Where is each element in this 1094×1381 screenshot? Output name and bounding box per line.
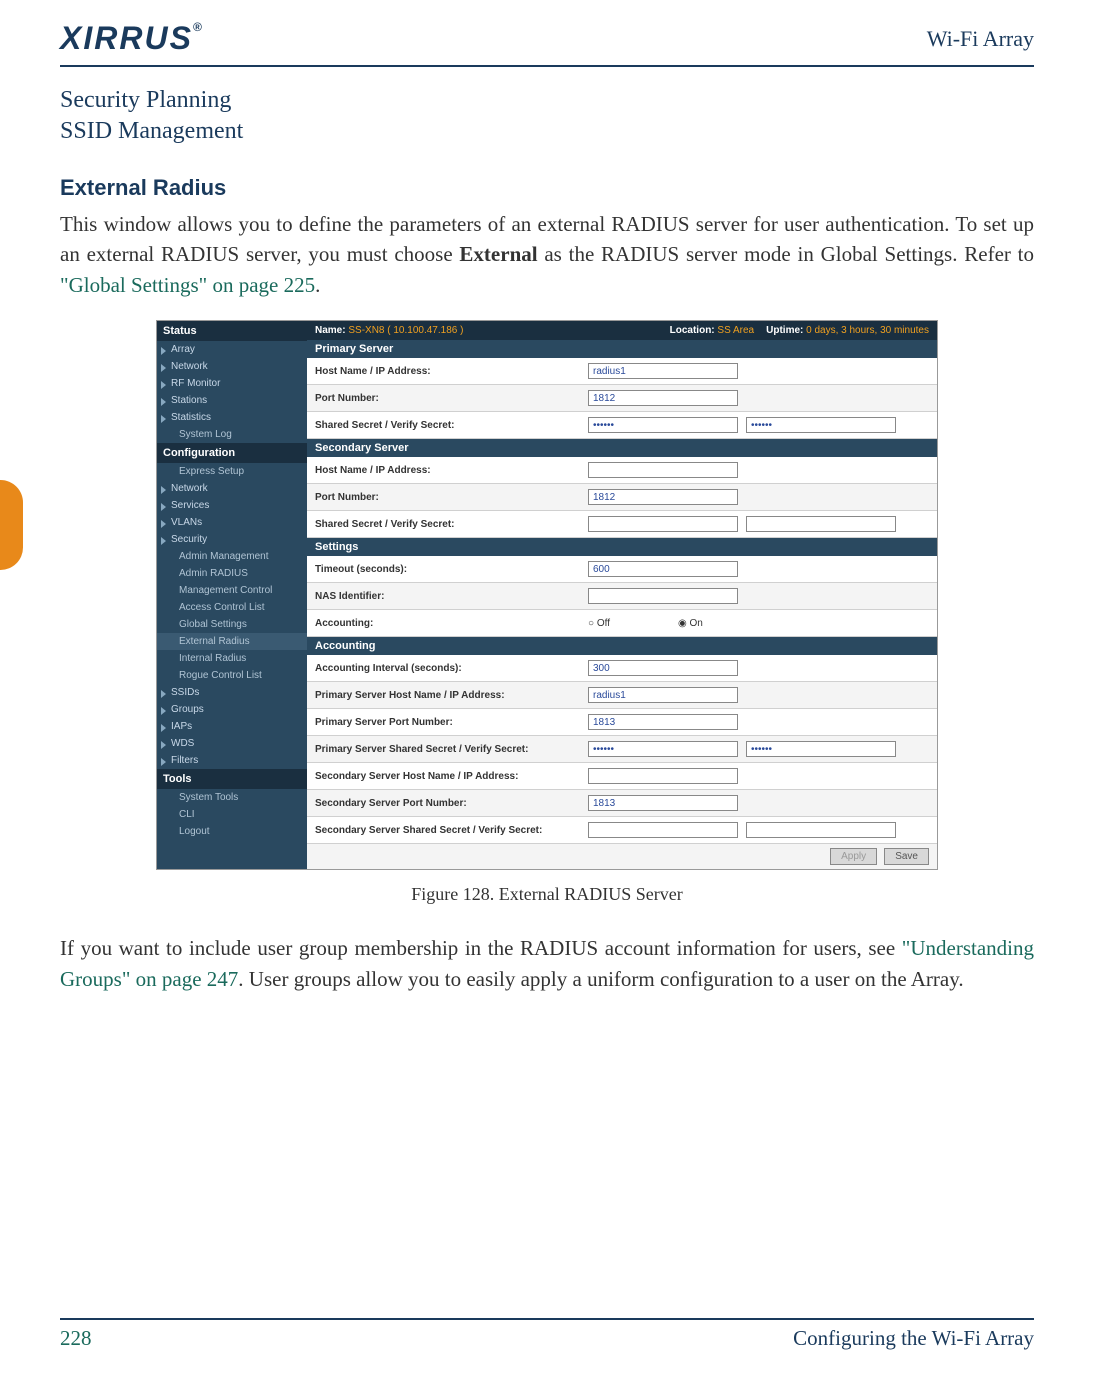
apply-button[interactable]: Apply [830, 848, 877, 865]
page-number: 228 [60, 1326, 92, 1351]
radio-accounting-off[interactable]: ○ Off [588, 618, 610, 629]
nav-item-stations[interactable]: Stations [157, 392, 307, 409]
input-primary-verify[interactable] [746, 417, 896, 433]
nav-item-iaps[interactable]: IAPs [157, 718, 307, 735]
input-secondary-verify[interactable] [746, 516, 896, 532]
side-tab [0, 480, 23, 570]
nav-tools-head: Tools [157, 769, 307, 789]
label-nas: NAS Identifier: [315, 591, 580, 602]
label-sec-secret: Shared Secret / Verify Secret: [315, 519, 580, 530]
global-settings-link[interactable]: "Global Settings" on page 225 [60, 273, 315, 297]
section-primary: Primary Server [307, 340, 937, 358]
input-timeout[interactable] [588, 561, 738, 577]
nav-item-rogue-control[interactable]: Rogue Control List [157, 667, 307, 684]
nav-item-groups[interactable]: Groups [157, 701, 307, 718]
registered-mark: ® [193, 20, 204, 34]
figure-caption: Figure 128. External RADIUS Server [60, 884, 1034, 905]
nav-item-security[interactable]: Security [157, 531, 307, 548]
nav-item-vlans[interactable]: VLANs [157, 514, 307, 531]
intro-paragraph: This window allows you to define the par… [60, 209, 1034, 300]
input-acct-pri-verify[interactable] [746, 741, 896, 757]
input-secondary-host[interactable] [588, 462, 738, 478]
nav-item-acl[interactable]: Access Control List [157, 599, 307, 616]
label-port: Port Number: [315, 393, 580, 404]
nav-item-array[interactable]: Array [157, 341, 307, 358]
radio-accounting-on[interactable]: ◉ On [678, 618, 703, 629]
nav-item-services[interactable]: Services [157, 497, 307, 514]
followup-paragraph: If you want to include user group member… [60, 933, 1034, 994]
label-acct-pri-secret: Primary Server Shared Secret / Verify Se… [315, 744, 580, 755]
nav-item-network-status[interactable]: Network [157, 358, 307, 375]
nav-item-system-tools[interactable]: System Tools [157, 789, 307, 806]
nav-config-head: Configuration [157, 443, 307, 463]
label-acct-pri-host: Primary Server Host Name / IP Address: [315, 690, 580, 701]
label-timeout: Timeout (seconds): [315, 564, 580, 575]
nav-status-head: Status [157, 321, 307, 341]
label-secret: Shared Secret / Verify Secret: [315, 420, 580, 431]
nav-item-network-config[interactable]: Network [157, 480, 307, 497]
input-nas[interactable] [588, 588, 738, 604]
nav-item-wds[interactable]: WDS [157, 735, 307, 752]
nav-item-admin-mgmt[interactable]: Admin Management [157, 548, 307, 565]
input-acct-sec-verify[interactable] [746, 822, 896, 838]
nav-item-filters[interactable]: Filters [157, 752, 307, 769]
page-header: XIRRUS® Wi-Fi Array [60, 20, 1034, 67]
page-footer: 228 Configuring the Wi-Fi Array [60, 1318, 1034, 1351]
label-acct-sec-port: Secondary Server Port Number: [315, 798, 580, 809]
nav-item-internal-radius[interactable]: Internal Radius [157, 650, 307, 667]
label-sec-port: Port Number: [315, 492, 580, 503]
label-acct-sec-host: Secondary Server Host Name / IP Address: [315, 771, 580, 782]
input-acct-sec-secret[interactable] [588, 822, 738, 838]
nav-item-logout[interactable]: Logout [157, 823, 307, 840]
save-button[interactable]: Save [884, 848, 929, 865]
input-acct-sec-port[interactable] [588, 795, 738, 811]
footer-section: Configuring the Wi-Fi Array [793, 1326, 1034, 1351]
nav-item-statistics[interactable]: Statistics [157, 409, 307, 426]
nav-item-rf-monitor[interactable]: RF Monitor [157, 375, 307, 392]
input-acct-pri-secret[interactable] [588, 741, 738, 757]
nav-item-cli[interactable]: CLI [157, 806, 307, 823]
nav-sidebar: Status Array Network RF Monitor Stations… [157, 321, 307, 869]
label-accounting: Accounting: [315, 618, 580, 629]
label-acct-pri-port: Primary Server Port Number: [315, 717, 580, 728]
nav-item-express-setup[interactable]: Express Setup [157, 463, 307, 480]
section-heading: External Radius [60, 175, 1034, 201]
screenshot-external-radius: Status Array Network RF Monitor Stations… [156, 320, 938, 870]
input-secondary-secret[interactable] [588, 516, 738, 532]
nav-item-global-settings[interactable]: Global Settings [157, 616, 307, 633]
button-bar: Apply Save [307, 844, 937, 869]
nav-item-ssids[interactable]: SSIDs [157, 684, 307, 701]
label-sec-hostip: Host Name / IP Address: [315, 465, 580, 476]
input-primary-port[interactable] [588, 390, 738, 406]
breadcrumb-line1[interactable]: Security Planning [60, 87, 1034, 114]
label-acct-interval: Accounting Interval (seconds): [315, 663, 580, 674]
input-acct-pri-host[interactable] [588, 687, 738, 703]
input-acct-pri-port[interactable] [588, 714, 738, 730]
main-panel: Name: SS-XN8 ( 10.100.47.186 ) Location:… [307, 321, 937, 869]
section-accounting: Accounting [307, 637, 937, 655]
input-primary-secret[interactable] [588, 417, 738, 433]
input-primary-host[interactable] [588, 363, 738, 379]
section-settings: Settings [307, 538, 937, 556]
top-info-bar: Name: SS-XN8 ( 10.100.47.186 ) Location:… [307, 321, 937, 340]
nav-item-external-radius[interactable]: External Radius [157, 633, 307, 650]
breadcrumb-line2[interactable]: SSID Management [60, 118, 1034, 145]
product-name: Wi-Fi Array [927, 26, 1034, 52]
nav-item-system-log[interactable]: System Log [157, 426, 307, 443]
input-acct-interval[interactable] [588, 660, 738, 676]
section-secondary: Secondary Server [307, 439, 937, 457]
logo: XIRRUS® [60, 20, 204, 57]
nav-item-mgmt-control[interactable]: Management Control [157, 582, 307, 599]
nav-item-admin-radius[interactable]: Admin RADIUS [157, 565, 307, 582]
input-secondary-port[interactable] [588, 489, 738, 505]
logo-text: XIRRUS [60, 20, 193, 56]
label-acct-sec-secret: Secondary Server Shared Secret / Verify … [315, 825, 580, 836]
label-hostip: Host Name / IP Address: [315, 366, 580, 377]
input-acct-sec-host[interactable] [588, 768, 738, 784]
